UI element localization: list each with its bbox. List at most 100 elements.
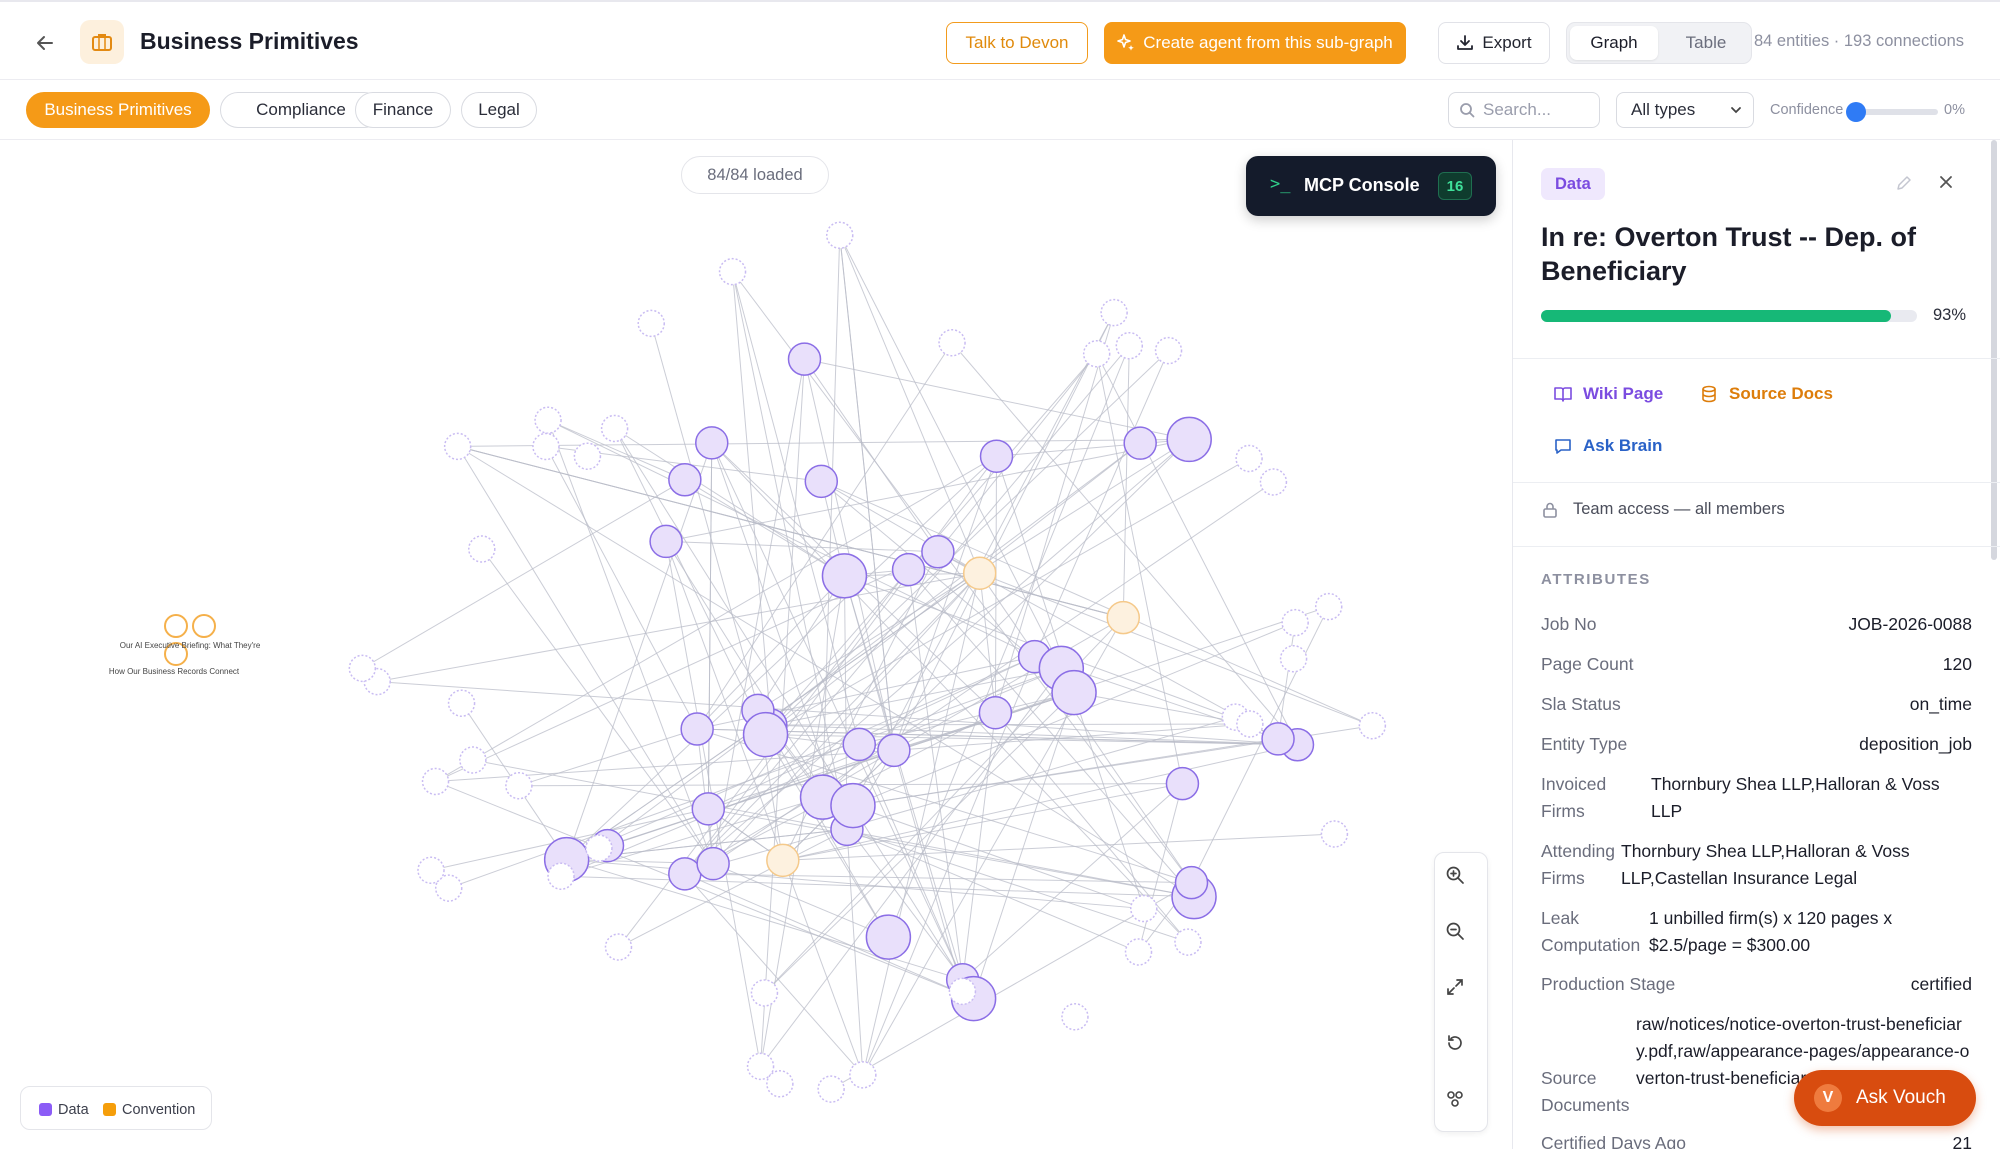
graph-node[interactable] <box>962 556 997 590</box>
graph-node[interactable] <box>447 689 476 717</box>
graph-node[interactable] <box>348 654 377 683</box>
graph-node[interactable] <box>718 257 747 286</box>
graph-node[interactable] <box>742 711 789 758</box>
graph-node[interactable] <box>695 426 729 460</box>
graph-node[interactable] <box>978 695 1013 730</box>
graph-node[interactable] <box>877 733 911 768</box>
graph-node[interactable] <box>1235 444 1263 473</box>
graph-node[interactable] <box>750 979 779 1007</box>
graph-node[interactable] <box>1174 865 1209 900</box>
graph-node[interactable] <box>1166 416 1212 463</box>
graph-node[interactable] <box>1174 928 1202 956</box>
graph-node[interactable] <box>865 914 912 960</box>
confidence-slider[interactable] <box>1846 102 1938 122</box>
convention-node[interactable] <box>164 614 188 638</box>
graph-node[interactable] <box>691 792 726 826</box>
fit-view-icon[interactable] <box>1445 977 1479 1011</box>
graph-node[interactable] <box>1358 711 1387 740</box>
type-select[interactable]: All types <box>1616 92 1754 128</box>
graph-node[interactable] <box>468 535 496 563</box>
graph-node[interactable] <box>534 406 562 434</box>
graph-node[interactable] <box>766 1070 794 1098</box>
graph-node[interactable] <box>1061 1003 1089 1031</box>
graph-node[interactable] <box>1236 710 1264 738</box>
graph-node[interactable] <box>1154 336 1183 365</box>
convention-node[interactable] <box>192 614 216 638</box>
edit-icon[interactable] <box>1895 174 1913 197</box>
graph-node[interactable] <box>604 933 633 961</box>
close-icon[interactable] <box>1937 173 1955 196</box>
graph-node[interactable] <box>1082 340 1111 368</box>
graph-node[interactable] <box>842 727 877 762</box>
graph-node[interactable] <box>830 782 876 829</box>
graph-node[interactable] <box>766 843 800 878</box>
graph-node[interactable] <box>505 771 533 800</box>
graph-node[interactable] <box>1261 722 1295 756</box>
graph-node[interactable] <box>680 712 714 746</box>
graph-node[interactable] <box>637 309 665 338</box>
reset-layout-icon[interactable] <box>1445 1033 1479 1067</box>
graph-node[interactable] <box>1259 468 1288 496</box>
graph-node[interactable] <box>979 439 1014 473</box>
cluster-icon[interactable] <box>1445 1089 1479 1123</box>
talk-to-devon-button[interactable]: Talk to Devon <box>946 22 1088 64</box>
graph-svg[interactable]: Our AI Executive Briefing: What They're H… <box>0 140 1512 1149</box>
graph-node[interactable] <box>921 535 955 569</box>
mcp-console-button[interactable]: >_ MCP Console 16 <box>1246 156 1496 216</box>
graph-node[interactable] <box>1320 820 1349 848</box>
graph-node[interactable] <box>1314 592 1343 621</box>
zoom-in-icon[interactable] <box>1445 865 1479 899</box>
graph-node[interactable] <box>421 767 450 796</box>
confidence-slider-handle[interactable] <box>1846 102 1866 122</box>
wiki-page-link[interactable]: Wiki Page <box>1553 384 1663 404</box>
graph-node[interactable] <box>817 1075 845 1103</box>
chip-legal[interactable]: Legal <box>461 92 537 128</box>
chip-business-primitives[interactable]: Business Primitives <box>26 92 210 128</box>
graph-node[interactable] <box>443 432 472 461</box>
zoom-out-icon[interactable] <box>1445 921 1479 955</box>
graph-node[interactable] <box>948 977 977 1006</box>
filter-bar: Business Primitives Compliance Finance L… <box>0 80 2000 140</box>
graph-node[interactable] <box>417 856 445 884</box>
graph-node[interactable] <box>1130 894 1158 923</box>
graph-canvas[interactable]: Our AI Executive Briefing: What They're H… <box>0 140 1512 1149</box>
graph-node[interactable] <box>1123 426 1157 460</box>
back-arrow-icon[interactable] <box>28 26 62 60</box>
graph-node[interactable] <box>849 1061 877 1089</box>
graph-node[interactable] <box>804 464 839 499</box>
graph-node[interactable] <box>547 862 575 890</box>
graph-node[interactable] <box>668 857 702 891</box>
source-docs-link[interactable]: Source Docs <box>1699 384 1833 404</box>
export-button[interactable]: Export <box>1438 22 1550 64</box>
graph-node[interactable] <box>1100 298 1128 327</box>
ask-brain-link[interactable]: Ask Brain <box>1553 436 1662 456</box>
graph-node[interactable] <box>668 463 702 497</box>
graph-node[interactable] <box>459 746 487 774</box>
attr-value: certified <box>1910 974 1972 994</box>
tab-graph[interactable]: Graph <box>1570 26 1658 60</box>
graph-node[interactable] <box>891 552 926 587</box>
panel-scrollbar[interactable] <box>1991 140 1997 560</box>
graph-node[interactable] <box>532 432 560 461</box>
graph-node[interactable] <box>1124 938 1153 966</box>
graph-node[interactable] <box>1106 600 1141 635</box>
graph-node[interactable] <box>1115 331 1144 360</box>
graph-node[interactable] <box>825 221 854 250</box>
graph-node[interactable] <box>585 834 613 862</box>
create-agent-button[interactable]: Create agent from this sub-graph <box>1104 22 1406 64</box>
graph-node[interactable] <box>1165 766 1200 801</box>
graph-node[interactable] <box>787 342 822 376</box>
graph-node[interactable] <box>649 524 683 559</box>
graph-node[interactable] <box>938 328 966 357</box>
graph-node[interactable] <box>1281 608 1309 637</box>
graph-node[interactable] <box>1279 645 1308 673</box>
graph-node[interactable] <box>821 553 868 599</box>
ask-vouch-button[interactable]: V Ask Vouch <box>1794 1070 1976 1126</box>
chip-finance[interactable]: Finance <box>355 92 451 128</box>
tab-table[interactable]: Table <box>1663 26 1749 60</box>
graph-node[interactable] <box>600 414 629 443</box>
graph-node[interactable] <box>1051 669 1097 716</box>
search-input[interactable] <box>1483 100 1593 120</box>
graph-node[interactable] <box>696 846 730 881</box>
graph-node[interactable] <box>573 442 602 470</box>
